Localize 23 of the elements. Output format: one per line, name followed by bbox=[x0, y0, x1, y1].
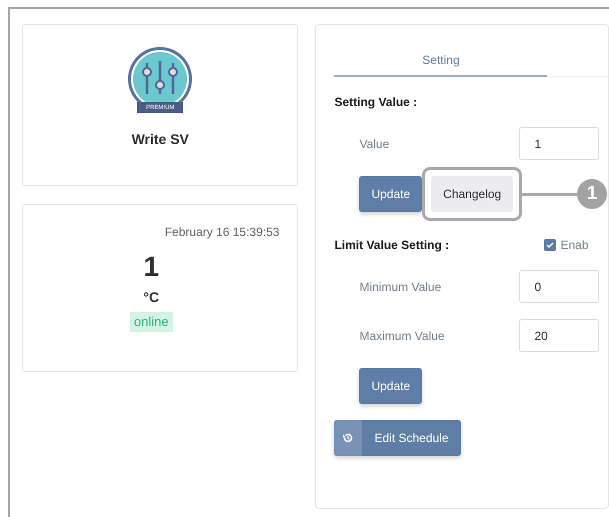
leader-line bbox=[522, 192, 577, 196]
changelog-button[interactable]: Changelog bbox=[431, 176, 514, 212]
status-badge: online bbox=[130, 312, 173, 332]
field-label: Maximum Value bbox=[358, 328, 446, 344]
checkbox-icon[interactable] bbox=[544, 239, 556, 251]
reading-value: 1 bbox=[143, 250, 160, 284]
update-button[interactable]: Update bbox=[359, 176, 422, 212]
section-heading: Limit Value Setting : bbox=[334, 237, 450, 254]
update-button[interactable]: Update bbox=[359, 368, 422, 404]
field-label: Minimum Value bbox=[358, 278, 442, 296]
unit-label: °C bbox=[143, 288, 160, 308]
enable-checkbox[interactable]: Enab bbox=[544, 236, 588, 254]
timestamp: February 16 15:39:53 bbox=[164, 224, 280, 241]
history-icon bbox=[342, 432, 354, 444]
value-field[interactable]: 1 bbox=[519, 127, 600, 160]
value-field[interactable]: 0 bbox=[519, 270, 600, 303]
edit-schedule-button[interactable]: Edit Schedule bbox=[334, 420, 461, 456]
section-heading: Setting Value : bbox=[334, 94, 418, 111]
field-label: Value bbox=[358, 136, 390, 152]
sliders-premium-icon bbox=[126, 47, 194, 115]
device-title: Write SV bbox=[132, 130, 189, 149]
value-field[interactable]: 20 bbox=[519, 319, 600, 352]
setting-tab[interactable]: Setting bbox=[334, 45, 548, 77]
